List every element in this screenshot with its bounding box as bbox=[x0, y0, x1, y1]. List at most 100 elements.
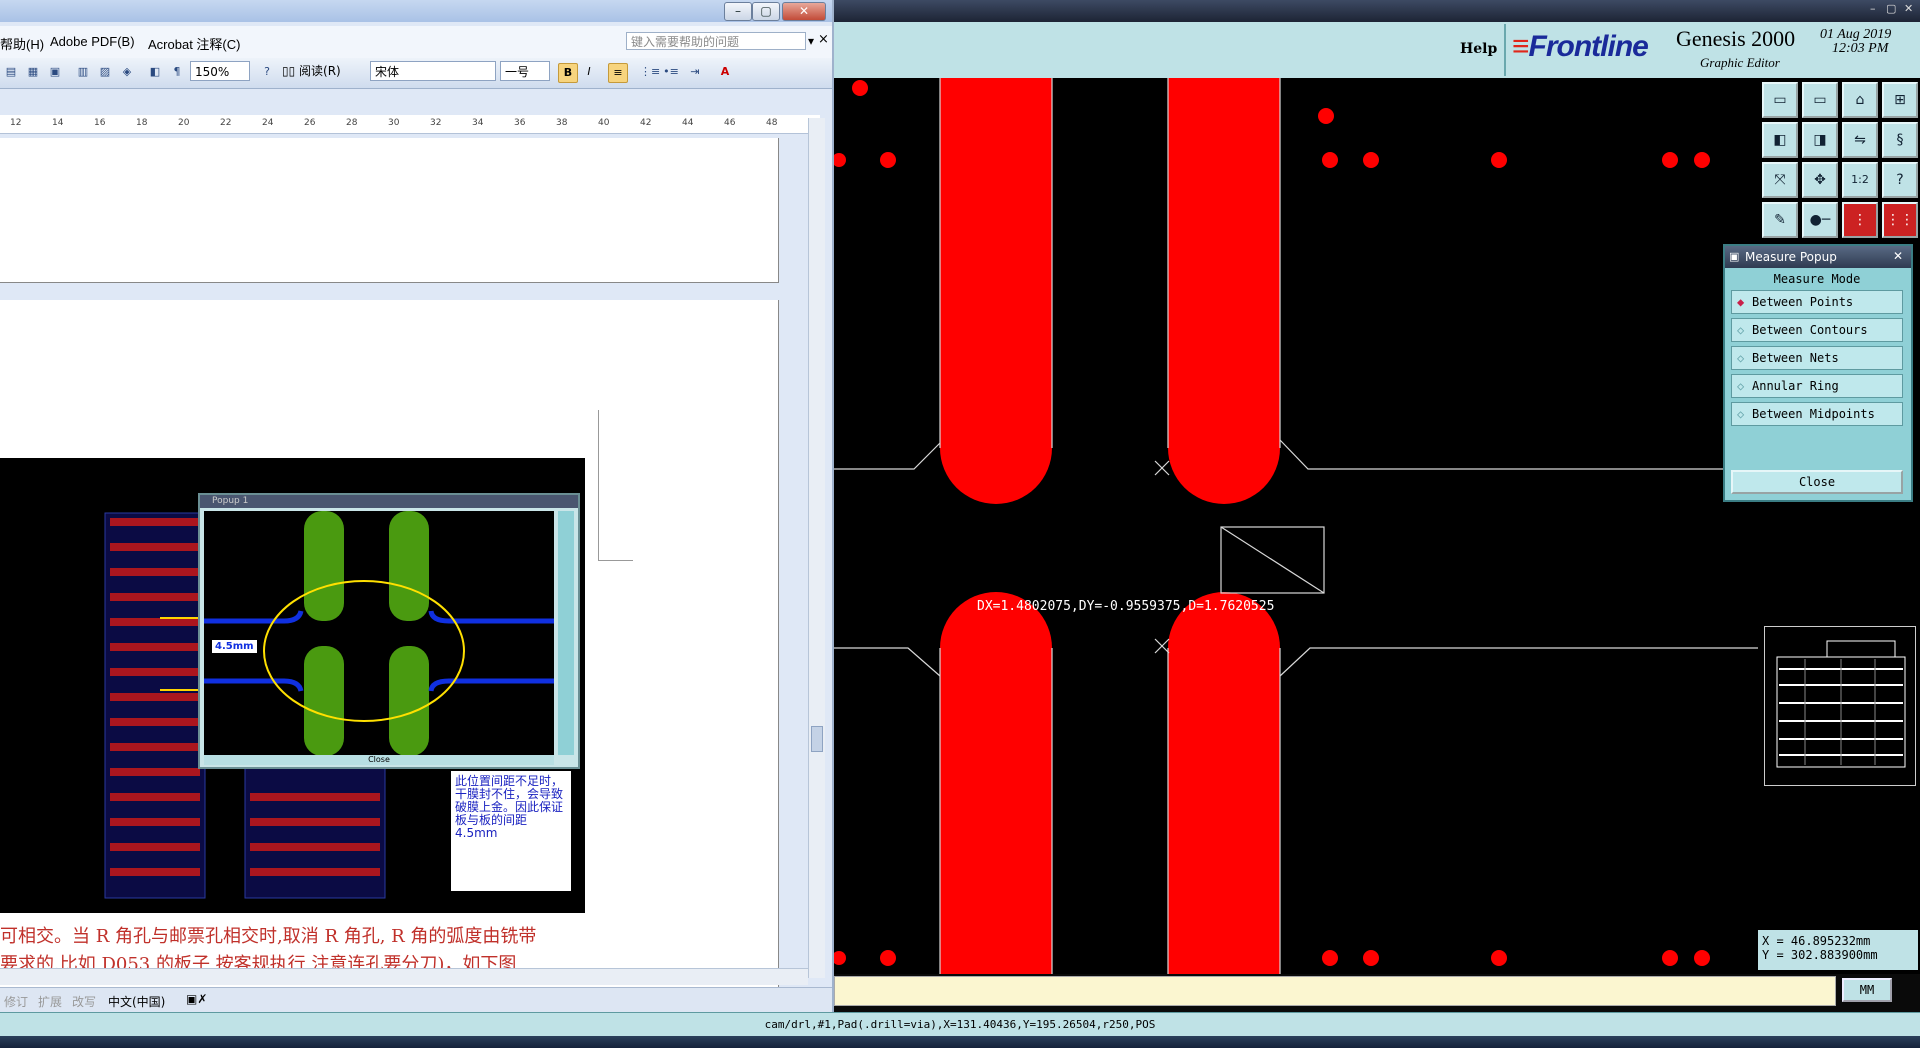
vertical-scrollbar[interactable] bbox=[808, 118, 825, 978]
horizontal-scrollbar[interactable] bbox=[0, 968, 808, 985]
map-icon[interactable]: ◈ bbox=[118, 63, 136, 81]
read-button-label: 阅读(R) bbox=[299, 64, 341, 78]
layer-bottom-icon[interactable]: ▭ bbox=[1802, 82, 1838, 118]
help-icon[interactable]: ? bbox=[258, 63, 276, 81]
close-doc-icon[interactable]: × bbox=[818, 32, 829, 47]
status-track[interactable]: 修订 bbox=[4, 993, 28, 1010]
ruler-tick: 18 bbox=[136, 118, 148, 128]
status-extend[interactable]: 扩展 bbox=[38, 993, 62, 1010]
genesis-close-icon[interactable]: ✕ bbox=[1904, 2, 1913, 15]
menu-help[interactable]: 帮助(H) bbox=[0, 34, 44, 53]
bold-button[interactable]: B bbox=[558, 63, 578, 83]
genesis-minimize-icon[interactable]: – bbox=[1870, 2, 1876, 15]
status-line: cam/drl,#1,Pad(.drill=via),X=131.40436,Y… bbox=[764, 1018, 1156, 1031]
font-color-icon[interactable]: A bbox=[716, 63, 734, 81]
option-label: Annular Ring bbox=[1752, 379, 1839, 393]
ruler-tick: 20 bbox=[178, 118, 190, 128]
spellcheck-icon[interactable]: ▣✗ bbox=[186, 992, 207, 1006]
radio-icon: ◇ bbox=[1737, 323, 1745, 337]
option-between-points[interactable]: ◆ Between Points bbox=[1731, 290, 1903, 314]
genesis-title-bar bbox=[834, 0, 1920, 22]
window-icon[interactable]: ⊞ bbox=[1882, 82, 1918, 118]
ruler-tick: 34 bbox=[472, 118, 484, 128]
help-menu[interactable]: Help bbox=[1460, 41, 1497, 57]
zoom-center-icon[interactable]: ✥ bbox=[1802, 162, 1838, 198]
option-label: Between Points bbox=[1752, 295, 1854, 309]
query-icon[interactable]: ? bbox=[1882, 162, 1918, 198]
measure-popup-title[interactable]: Measure Popup bbox=[1725, 246, 1911, 268]
bullet-list-icon[interactable]: •≡ bbox=[662, 63, 680, 81]
scroll-thumb[interactable] bbox=[811, 726, 823, 752]
option-between-nets[interactable]: ◇ Between Nets bbox=[1731, 346, 1903, 370]
pcb-layout[interactable] bbox=[834, 78, 1758, 974]
status-language[interactable]: 中文(中国) bbox=[108, 993, 165, 1010]
menu-bar: 帮助(H) Adobe PDF(B) Acrobat 注释(C) 键入需要帮助的… bbox=[0, 26, 832, 59]
time-text: 12:03 PM bbox=[1832, 41, 1889, 56]
drawing-icon[interactable]: ▨ bbox=[96, 63, 114, 81]
date-text: 01 Aug 2019 bbox=[1820, 27, 1892, 42]
pan-right-icon[interactable]: ◨ bbox=[1802, 122, 1838, 158]
popup-close-icon[interactable]: ✕ bbox=[1893, 249, 1903, 263]
radio-icon: ◇ bbox=[1737, 407, 1745, 421]
pin-icon[interactable]: ●─ bbox=[1802, 202, 1838, 238]
sheet-icon[interactable]: ▣ bbox=[46, 63, 64, 81]
option-annular-ring[interactable]: ◇ Annular Ring bbox=[1731, 374, 1903, 398]
zoom-combo[interactable]: 150% bbox=[190, 61, 250, 81]
columns-icon[interactable]: ▥ bbox=[74, 63, 92, 81]
font-size-combo[interactable]: 一号 bbox=[500, 61, 550, 81]
zoom-fit-icon[interactable]: ⤧ bbox=[1762, 162, 1798, 198]
word-title-bar bbox=[0, 0, 832, 22]
annotation-note: 此位置间距不足时，干膜封不住，会导致破膜上金。因此保证板与板的间距4.5mm bbox=[451, 771, 571, 891]
route-icon[interactable]: ⋮⋮ bbox=[1882, 202, 1918, 238]
doc-map-icon[interactable]: ◧ bbox=[146, 63, 164, 81]
option-between-contours[interactable]: ◇ Between Contours bbox=[1731, 318, 1903, 342]
font-name-combo[interactable]: 宋体 bbox=[370, 61, 496, 81]
menu-adobe-pdf[interactable]: Adobe PDF(B) bbox=[50, 34, 135, 49]
numbered-list-icon[interactable]: ⋮≡ bbox=[640, 63, 660, 81]
coord-x: X = 46.895232mm bbox=[1762, 934, 1871, 948]
graphic-canvas[interactable]: DX=1.4802075,DY=-0.9559375,D=1.7620525 bbox=[834, 78, 1758, 974]
show-hide-icon[interactable]: ¶ bbox=[168, 63, 186, 81]
maximize-button[interactable]: ▢ bbox=[752, 2, 780, 21]
overview-map-drawing bbox=[1776, 640, 1906, 768]
layer-top-icon[interactable]: ▭ bbox=[1762, 82, 1798, 118]
close-button[interactable]: ✕ bbox=[782, 2, 826, 21]
option-between-midpoints[interactable]: ◇ Between Midpoints bbox=[1731, 402, 1903, 426]
embedded-popup-title: Popup 1 bbox=[200, 495, 578, 508]
scale-icon[interactable]: 1:2 bbox=[1842, 162, 1878, 198]
overview-map[interactable] bbox=[1764, 626, 1916, 786]
help-dropdown-icon[interactable]: ▾ bbox=[808, 34, 814, 48]
align-center-icon[interactable]: ≡ bbox=[608, 63, 628, 83]
word-status-bar: 修订 扩展 改写 中文(中国) ▣✗ bbox=[0, 987, 832, 1012]
pad-top-right bbox=[1168, 78, 1280, 504]
cursor-coordinates: X = 46.895232mm Y = 302.883900mm bbox=[1758, 930, 1918, 970]
embedded-close-button: Close bbox=[204, 755, 554, 765]
net-icon[interactable]: ⋮ bbox=[1842, 202, 1878, 238]
ruler-tick: 46 bbox=[724, 118, 736, 128]
popup-app-icon: ▣ bbox=[1729, 250, 1740, 263]
tool-icon[interactable]: ✎ bbox=[1762, 202, 1798, 238]
minimize-button[interactable]: – bbox=[724, 2, 752, 21]
units-button[interactable]: MM bbox=[1842, 978, 1892, 1002]
ruler-tick: 28 bbox=[346, 118, 358, 128]
read-button[interactable]: ▯▯ 阅读(R) bbox=[282, 61, 352, 81]
home-icon[interactable]: ⌂ bbox=[1842, 82, 1878, 118]
ruler-tick: 42 bbox=[640, 118, 652, 128]
mirror-icon[interactable]: ⇋ bbox=[1842, 122, 1878, 158]
new-doc-icon[interactable]: ▤ bbox=[2, 63, 20, 81]
table-icon[interactable]: ▦ bbox=[24, 63, 42, 81]
pan-left-icon[interactable]: ◧ bbox=[1762, 122, 1798, 158]
indent-icon[interactable]: ⇥ bbox=[686, 63, 704, 81]
header-divider bbox=[1504, 24, 1506, 76]
frontline-logo-text: Frontline bbox=[1528, 30, 1649, 63]
command-input[interactable] bbox=[834, 976, 1836, 1006]
menu-acrobat-comment[interactable]: Acrobat 注释(C) bbox=[148, 34, 240, 53]
genesis-maximize-icon[interactable]: ▢ bbox=[1886, 2, 1896, 15]
italic-button[interactable]: I bbox=[580, 63, 598, 81]
measure-close-button[interactable]: Close bbox=[1731, 470, 1903, 494]
doc-text-line-1: 可相交。当 R 角孔与邮票孔相交时,取消 R 角孔, R 角的弧度由铣带 bbox=[0, 926, 537, 947]
help-search-input[interactable]: 键入需要帮助的问题 bbox=[626, 32, 806, 50]
ruler-tick: 16 bbox=[94, 118, 106, 128]
snap-icon[interactable]: § bbox=[1882, 122, 1918, 158]
status-overtype[interactable]: 改写 bbox=[72, 993, 96, 1010]
